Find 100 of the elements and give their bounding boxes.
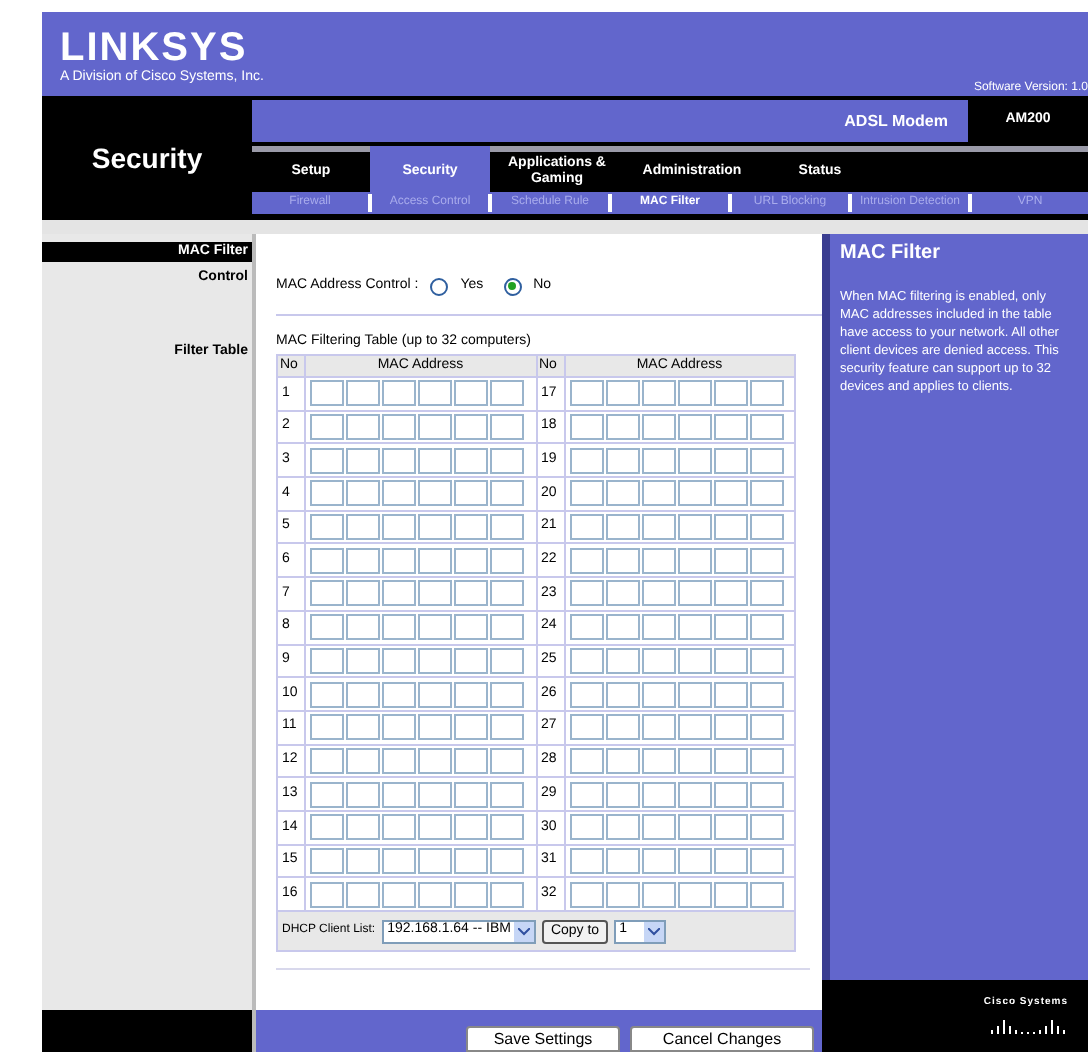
mac-octet-field[interactable]: [641, 580, 675, 607]
mac-octet-field[interactable]: [418, 881, 452, 908]
mac-octet-field[interactable]: [382, 747, 416, 774]
mac-octet-field[interactable]: [310, 414, 344, 441]
mac-octet-field[interactable]: [346, 447, 380, 474]
mac-octet-field[interactable]: [749, 614, 783, 641]
mac-octet-field[interactable]: [418, 747, 452, 774]
mac-octet-field[interactable]: [346, 380, 380, 407]
mac-octet-field[interactable]: [749, 547, 783, 574]
mac-octet-field[interactable]: [490, 614, 524, 641]
mac-octet-field[interactable]: [713, 781, 747, 808]
mac-octet-field[interactable]: [605, 747, 639, 774]
mac-octet-field[interactable]: [677, 714, 711, 741]
mac-octet-field[interactable]: [713, 580, 747, 607]
mac-octet-field[interactable]: [713, 547, 747, 574]
mac-octet-field[interactable]: [346, 614, 380, 641]
mac-octet-field[interactable]: [310, 781, 344, 808]
mac-octet-field[interactable]: [310, 847, 344, 874]
mac-octet-field[interactable]: [713, 647, 747, 674]
mac-octet-field[interactable]: [605, 447, 639, 474]
mac-octet-field[interactable]: [677, 614, 711, 641]
mac-octet-field[interactable]: [490, 681, 524, 708]
mac-octet-field[interactable]: [749, 681, 783, 708]
mac-octet-field[interactable]: [310, 480, 344, 507]
mac-octet-field[interactable]: [310, 580, 344, 607]
mac-octet-field[interactable]: [749, 881, 783, 908]
mac-octet-field[interactable]: [713, 814, 747, 841]
mac-octet-field[interactable]: [382, 580, 416, 607]
mac-octet-field[interactable]: [749, 714, 783, 741]
mac-octet-field[interactable]: [382, 380, 416, 407]
mac-octet-field[interactable]: [454, 414, 488, 441]
mac-octet-field[interactable]: [677, 447, 711, 474]
mac-octet-field[interactable]: [749, 847, 783, 874]
mac-octet-field[interactable]: [569, 514, 603, 541]
mac-octet-field[interactable]: [713, 847, 747, 874]
mac-octet-field[interactable]: [677, 380, 711, 407]
mac-octet-field[interactable]: [418, 480, 452, 507]
mac-octet-field[interactable]: [490, 847, 524, 874]
mac-octet-field[interactable]: [418, 814, 452, 841]
mac-octet-field[interactable]: [310, 881, 344, 908]
mac-octet-field[interactable]: [677, 814, 711, 841]
mac-octet-field[interactable]: [569, 447, 603, 474]
mac-octet-field[interactable]: [713, 480, 747, 507]
mac-octet-field[interactable]: [346, 681, 380, 708]
mac-octet-field[interactable]: [641, 514, 675, 541]
mac-octet-field[interactable]: [346, 514, 380, 541]
mac-octet-field[interactable]: [382, 547, 416, 574]
mac-octet-field[interactable]: [605, 814, 639, 841]
mac-octet-field[interactable]: [310, 681, 344, 708]
mac-octet-field[interactable]: [382, 681, 416, 708]
mac-octet-field[interactable]: [569, 580, 603, 607]
mac-octet-field[interactable]: [382, 714, 416, 741]
mac-octet-field[interactable]: [490, 747, 524, 774]
mac-octet-field[interactable]: [569, 781, 603, 808]
mac-octet-field[interactable]: [346, 647, 380, 674]
mac-octet-field[interactable]: [605, 881, 639, 908]
mac-octet-field[interactable]: [382, 614, 416, 641]
mac-octet-field[interactable]: [677, 781, 711, 808]
mac-octet-field[interactable]: [490, 447, 524, 474]
mac-octet-field[interactable]: [641, 614, 675, 641]
mac-octet-field[interactable]: [605, 614, 639, 641]
mac-octet-field[interactable]: [454, 647, 488, 674]
mac-octet-field[interactable]: [418, 447, 452, 474]
mac-octet-field[interactable]: [382, 814, 416, 841]
mac-octet-field[interactable]: [677, 847, 711, 874]
mac-octet-field[interactable]: [382, 781, 416, 808]
mac-octet-field[interactable]: [382, 447, 416, 474]
save-settings-button[interactable]: Save Settings: [466, 1026, 620, 1052]
mac-octet-field[interactable]: [569, 881, 603, 908]
mac-octet-field[interactable]: [713, 714, 747, 741]
mac-octet-field[interactable]: [454, 514, 488, 541]
mac-octet-field[interactable]: [749, 447, 783, 474]
radio-button[interactable]: [430, 277, 449, 295]
mac-octet-field[interactable]: [490, 814, 524, 841]
mac-octet-field[interactable]: [310, 714, 344, 741]
mac-octet-field[interactable]: [569, 547, 603, 574]
mac-octet-field[interactable]: [382, 414, 416, 441]
mac-octet-field[interactable]: [605, 847, 639, 874]
mac-octet-field[interactable]: [418, 647, 452, 674]
mac-octet-field[interactable]: [569, 847, 603, 874]
mac-octet-field[interactable]: [418, 414, 452, 441]
mac-octet-field[interactable]: [490, 380, 524, 407]
mac-octet-field[interactable]: [490, 580, 524, 607]
mac-octet-field[interactable]: [605, 380, 639, 407]
mac-octet-field[interactable]: [382, 881, 416, 908]
mac-octet-field[interactable]: [382, 480, 416, 507]
radio-button[interactable]: [503, 277, 522, 295]
mac-octet-field[interactable]: [605, 681, 639, 708]
mac-octet-field[interactable]: [677, 480, 711, 507]
mac-octet-field[interactable]: [677, 414, 711, 441]
mac-octet-field[interactable]: [749, 380, 783, 407]
mac-octet-field[interactable]: [641, 681, 675, 708]
mac-octet-field[interactable]: [641, 747, 675, 774]
mac-octet-field[interactable]: [749, 747, 783, 774]
mac-octet-field[interactable]: [605, 714, 639, 741]
mac-octet-field[interactable]: [749, 414, 783, 441]
mac-octet-field[interactable]: [418, 514, 452, 541]
mac-octet-field[interactable]: [418, 847, 452, 874]
mac-octet-field[interactable]: [418, 781, 452, 808]
mac-octet-field[interactable]: [569, 480, 603, 507]
